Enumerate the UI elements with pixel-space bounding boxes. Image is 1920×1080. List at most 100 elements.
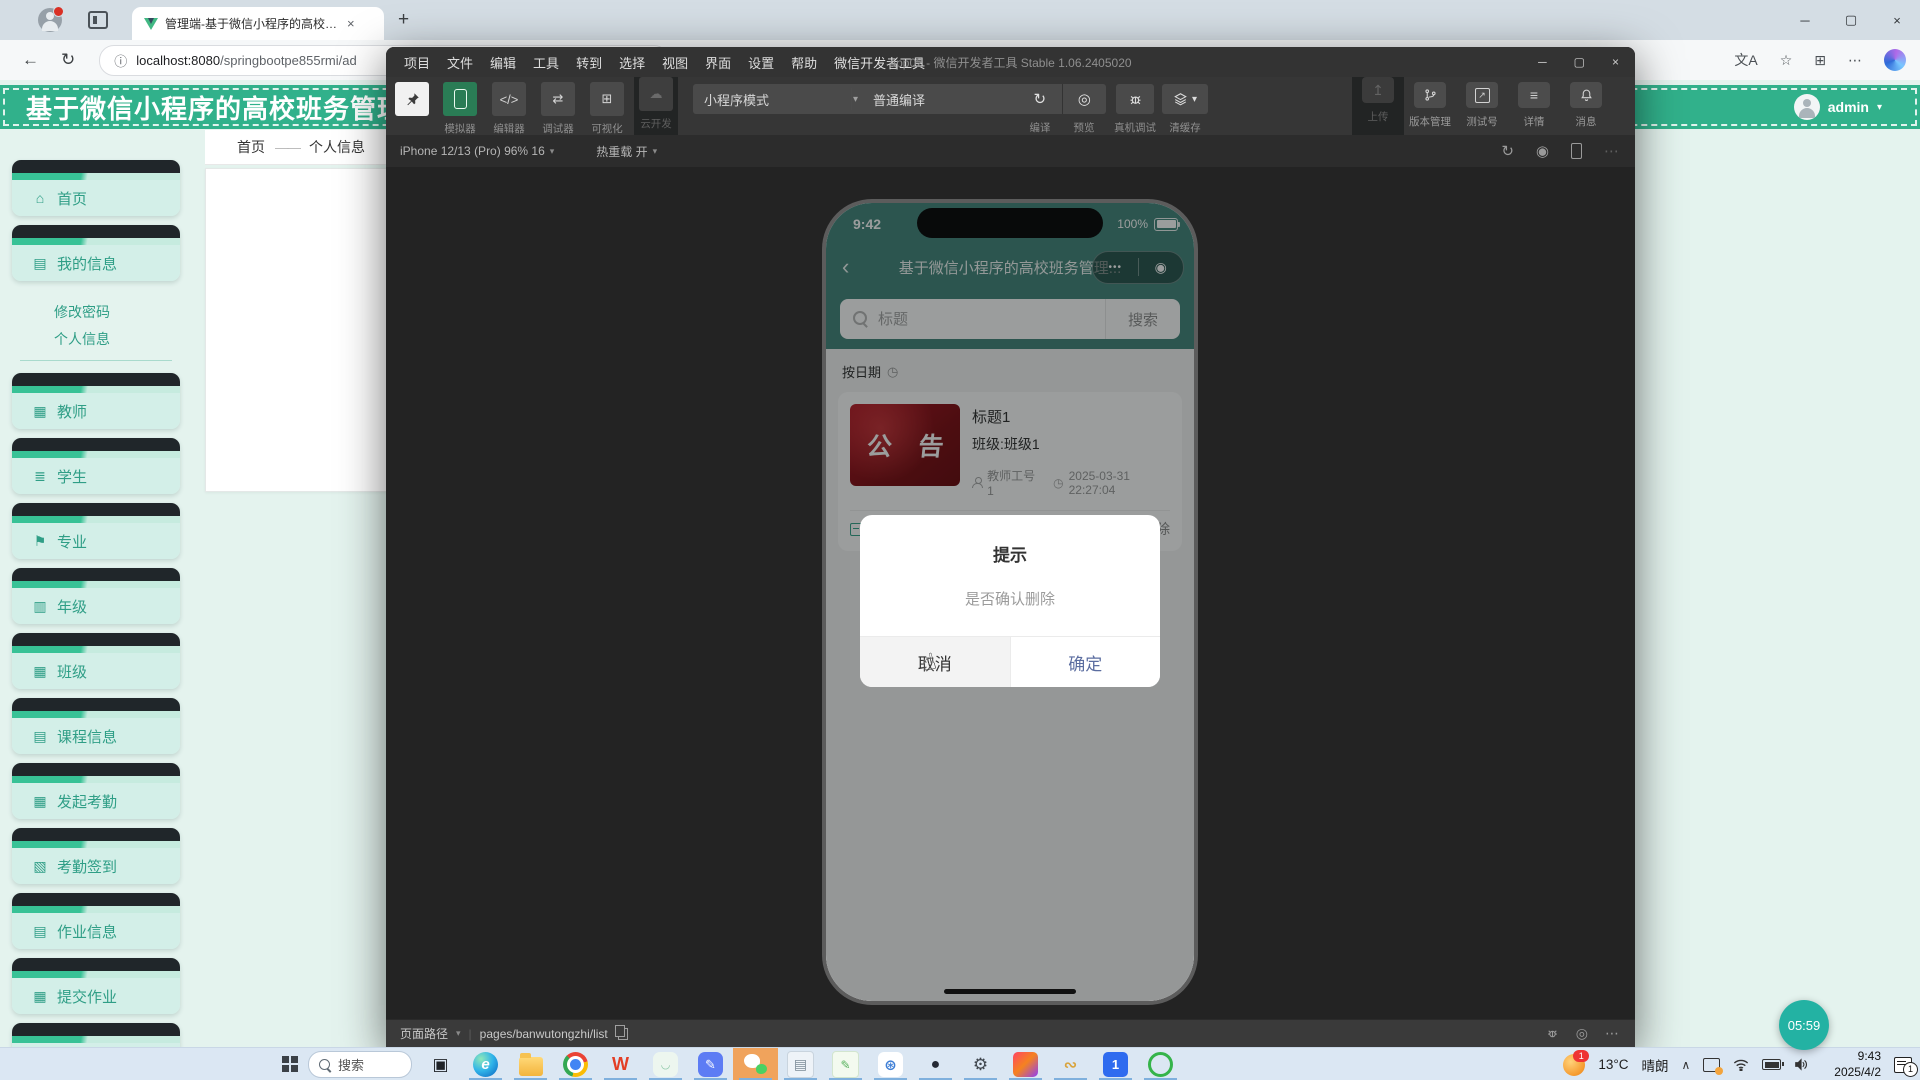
taskbar-app-icon[interactable]: ⊛ — [868, 1048, 913, 1080]
translate-icon[interactable]: 文A — [1734, 50, 1757, 70]
compile-button[interactable]: ↻ — [1018, 84, 1063, 114]
breadcrumb-home[interactable]: 首页 — [237, 137, 265, 157]
sidebar-item[interactable]: ⚑ 专业 — [12, 503, 180, 559]
details-tool[interactable]: ≡ 详情 — [1508, 82, 1560, 129]
action-center-icon[interactable]: 1 — [1894, 1057, 1912, 1073]
taskbar-app-icon[interactable]: ▤ — [778, 1048, 823, 1080]
page-path-label[interactable]: 页面路径 — [400, 1025, 448, 1042]
upload-tool[interactable]: ↥ 上传 — [1352, 77, 1404, 135]
sidebar-item[interactable]: ▤ 作业信息 — [12, 893, 180, 949]
start-button[interactable] — [282, 1056, 298, 1072]
wifi-icon[interactable] — [1733, 1059, 1749, 1071]
sidebar-subitem-change-password[interactable]: 修改密码 — [12, 298, 180, 325]
taskbar-app-icon[interactable] — [1138, 1048, 1183, 1080]
menu-item[interactable]: 视图 — [662, 53, 688, 72]
pin-button[interactable] — [395, 82, 429, 116]
taskbar-app-icon[interactable]: ⚙ — [958, 1048, 1003, 1080]
simulator-more-icon[interactable]: ⋯ — [1604, 142, 1619, 160]
taskbar-app-icon[interactable]: ● — [913, 1048, 958, 1080]
visualize-tool[interactable]: ⊞ 可视化 — [585, 82, 629, 136]
taskbar-app-icon[interactable]: ✎ — [823, 1048, 868, 1080]
browser-maximize-button[interactable]: ▢ — [1828, 12, 1874, 28]
taskbar-clock[interactable]: 9:43 2025/4/2 — [1834, 1049, 1881, 1080]
test-account-tool[interactable]: ↗ 测试号 — [1456, 82, 1508, 129]
weather-temp[interactable]: 13°C — [1598, 1057, 1628, 1072]
menu-item[interactable]: 微信开发者工具 — [834, 53, 925, 72]
taskbar-app-icon[interactable]: ✎ — [688, 1048, 733, 1080]
sidebar-item[interactable]: ▥ 年级 — [12, 568, 180, 624]
menu-item[interactable]: 文件 — [447, 53, 473, 72]
display-tray-icon[interactable] — [1703, 1058, 1720, 1072]
sidebar-item[interactable]: ▦ 发起考勤 — [12, 763, 180, 819]
remote-debug-button[interactable] — [1116, 84, 1154, 114]
sidebar-item[interactable]: ▤ 课程信息 — [12, 698, 180, 754]
new-tab-button[interactable]: + — [398, 9, 409, 31]
simulator-tool[interactable]: 模拟器 — [438, 82, 482, 136]
sidebar-subitem-personal-info[interactable]: 个人信息 — [12, 325, 180, 352]
weather-icon[interactable]: 1 — [1563, 1054, 1585, 1076]
browser-tab[interactable]: 管理端-基于微信小程序的高校班… × — [132, 7, 384, 40]
confirm-button[interactable]: 确定 — [1010, 637, 1161, 687]
taskbar-app-icon[interactable] — [553, 1048, 598, 1080]
collections-icon[interactable]: ⊞ — [1814, 52, 1826, 69]
menu-item[interactable]: 帮助 — [791, 53, 817, 72]
tab-close-icon[interactable]: × — [347, 16, 355, 31]
record-icon[interactable]: ◉ — [1536, 142, 1549, 160]
sidebar-item[interactable]: ▦ 教师 — [12, 373, 180, 429]
taskbar-app-icon[interactable] — [1003, 1048, 1048, 1080]
browser-minimize-button[interactable]: ─ — [1782, 13, 1828, 28]
taskbar-search[interactable]: 搜索 — [308, 1051, 412, 1078]
taskbar-app-icon[interactable] — [508, 1048, 553, 1080]
device-frame-icon[interactable] — [1571, 143, 1582, 159]
mode-dropdown[interactable]: 小程序模式 ▾ — [693, 84, 867, 114]
simulator-refresh-icon[interactable]: ↻ — [1501, 142, 1514, 160]
menu-item[interactable]: 工具 — [533, 53, 559, 72]
taskbar-app-icon[interactable]: ◡ — [643, 1048, 688, 1080]
clear-cache-button[interactable]: ▾ — [1162, 84, 1208, 114]
sidebar-item[interactable]: ⌂ 首页 — [12, 160, 180, 216]
menu-item[interactable]: 转到 — [576, 53, 602, 72]
menu-item[interactable]: 界面 — [705, 53, 731, 72]
back-button[interactable]: ← — [22, 50, 39, 70]
version-manage-tool[interactable]: 版本管理 — [1404, 82, 1456, 129]
hot-reload-toggle[interactable]: 热重载 开 — [596, 143, 647, 160]
copy-icon[interactable] — [618, 1028, 628, 1040]
preview-button[interactable]: ◎ — [1063, 84, 1107, 114]
sidebar-item[interactable]: ▤ 我的信息 — [12, 225, 180, 281]
sidebar-item[interactable]: ▧ 考勤签到 — [12, 828, 180, 884]
compile-mode-dropdown[interactable]: 普通编译 ▾ — [862, 84, 1032, 114]
sidebar-item[interactable]: ▦ 班级 — [12, 633, 180, 689]
browser-more-icon[interactable]: ⋯ — [1848, 52, 1862, 69]
favorites-star-icon[interactable]: ☆ — [1780, 52, 1793, 69]
status-more-icon[interactable]: ⋯ — [1605, 1025, 1619, 1042]
menu-item[interactable]: 项目 — [404, 53, 430, 72]
browser-close-button[interactable]: × — [1874, 13, 1920, 28]
copilot-icon[interactable] — [1884, 49, 1906, 71]
user-menu[interactable]: admin ▾ — [1794, 85, 1882, 129]
taskbar-app-icon[interactable]: ▣ — [418, 1048, 463, 1080]
taskbar-app-icon[interactable]: W — [598, 1048, 643, 1080]
messages-tool[interactable]: 消息 — [1560, 82, 1612, 129]
devtools-close-button[interactable]: × — [1612, 55, 1619, 69]
cloud-dev-tool[interactable]: ☁ 云开发 — [634, 77, 678, 135]
sidebar-item[interactable]: ≣ 学生 — [12, 438, 180, 494]
refresh-button[interactable]: ↻ — [61, 50, 75, 70]
menu-item[interactable]: 编辑 — [490, 53, 516, 72]
editor-tool[interactable]: </> 编辑器 — [487, 82, 531, 136]
taskbar-app-icon[interactable]: ∾ — [1048, 1048, 1093, 1080]
eye-icon[interactable]: ◎ — [1576, 1025, 1588, 1042]
taskbar-app-icon[interactable]: 1 — [1093, 1048, 1138, 1080]
hidden-icons-chevron[interactable]: ∧ — [1681, 1058, 1690, 1072]
menu-item[interactable]: 设置 — [748, 53, 774, 72]
taskbar-app-icon[interactable]: e — [463, 1048, 508, 1080]
taskbar-app-icon[interactable] — [733, 1048, 778, 1080]
device-selector[interactable]: iPhone 12/13 (Pro) 96% 16 — [400, 144, 545, 158]
browser-profile-avatar[interactable] — [38, 8, 62, 32]
site-info-icon[interactable]: ⓘ — [114, 51, 127, 70]
weather-desc[interactable]: 晴朗 — [1641, 1055, 1668, 1075]
timer-badge[interactable]: 05:59 — [1779, 1000, 1829, 1050]
menu-item[interactable]: 选择 — [619, 53, 645, 72]
devtools-maximize-button[interactable]: ▢ — [1574, 55, 1585, 69]
devtools-minimize-button[interactable]: ─ — [1538, 55, 1547, 69]
sidebar-item[interactable]: ▦ 提交作业 — [12, 958, 180, 1014]
